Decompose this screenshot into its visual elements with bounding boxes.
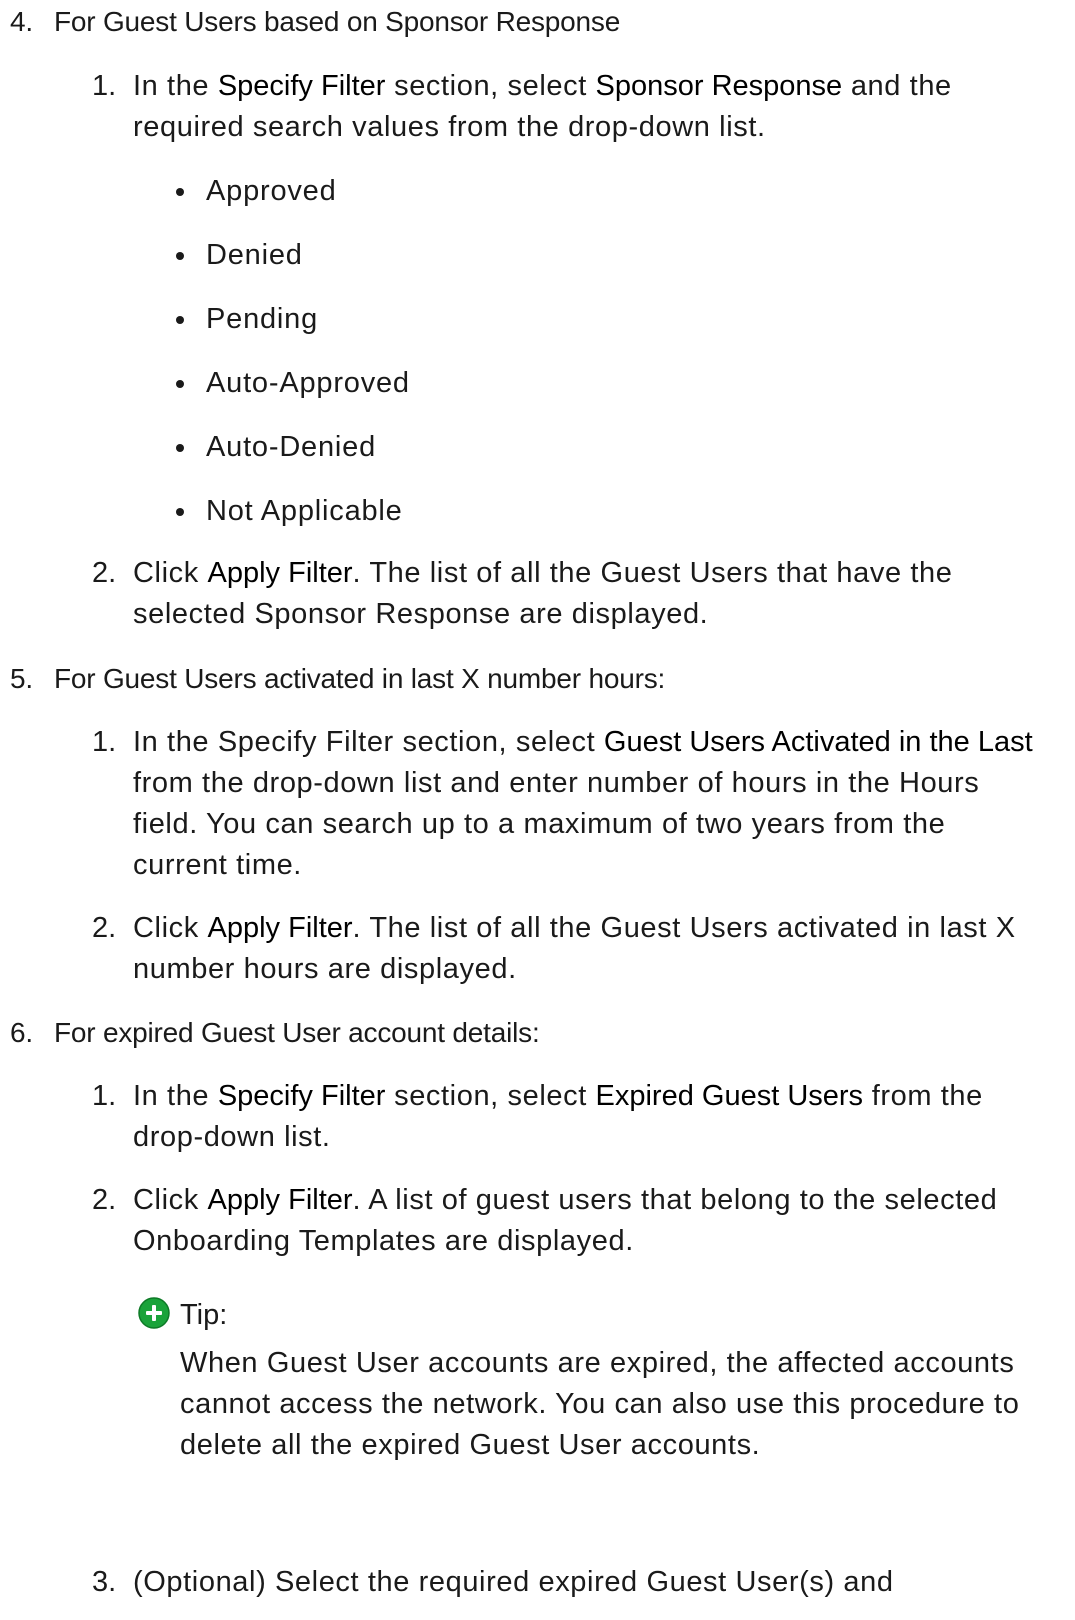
ui-term: Sponsor Response	[595, 70, 843, 102]
text-run: Click	[133, 1184, 208, 1216]
step-heading-text: For Guest Users activated in last X numb…	[54, 663, 666, 694]
substep-text: Click Apply Filter. The list of all the …	[133, 908, 1043, 990]
bullet-dot	[176, 188, 184, 196]
document-page: 4. For Guest Users based on Sponsor Respo…	[0, 0, 1075, 1620]
bullet-dot	[176, 316, 184, 324]
ui-term: Expired Guest Users	[595, 1080, 864, 1112]
list-item-text: Pending	[206, 303, 319, 335]
list-item-text: Auto-Approved	[206, 367, 410, 399]
list-item: Auto-Denied	[176, 427, 376, 467]
ui-term: Specify Filter	[217, 1080, 386, 1112]
tip-label: Tip:	[180, 1299, 228, 1331]
list-item-text: Approved	[206, 175, 337, 207]
list-item-text: Denied	[206, 239, 303, 271]
step-heading: 4. For Guest Users based on Sponsor Respo…	[0, 4, 620, 40]
text-run: section, select	[385, 70, 596, 102]
ui-term: Guest Users Activated in the Last	[603, 726, 1033, 758]
text-run: (Optional) Select the required expired G…	[133, 1566, 894, 1598]
substep-number: 1.	[92, 726, 117, 758]
substep-text: In the Specify Filter section, select Ex…	[133, 1076, 1043, 1158]
list-item: Denied	[176, 235, 303, 275]
plus-circle-icon	[138, 1297, 170, 1329]
text-run: from the drop-down list and enter number…	[133, 767, 980, 881]
text-run: Click	[133, 912, 208, 944]
step-heading-text: For Guest Users based on Sponsor Respons…	[54, 6, 621, 37]
text-run: In the Specify Filter section, select	[133, 726, 604, 758]
list-item: Pending	[176, 299, 318, 339]
substep-number: 3.	[92, 1566, 117, 1598]
text-run: Click	[133, 557, 208, 589]
substep-text: Click Apply Filter. A list of guest user…	[133, 1180, 1043, 1262]
list-item: Approved	[176, 171, 337, 211]
step-number: 4.	[10, 6, 33, 37]
list-item-text: Not Applicable	[206, 495, 403, 527]
step-heading: 6. For expired Guest User account details…	[0, 1015, 540, 1051]
substep-text: In the Specify Filter section, select Sp…	[133, 66, 1043, 148]
ui-term: Apply Filter	[207, 1184, 353, 1216]
ui-term: Apply Filter	[207, 912, 353, 944]
list-item: Auto-Approved	[176, 363, 410, 403]
substep-text: In the Specify Filter section, select Gu…	[133, 722, 1043, 886]
substep-number: 2.	[92, 912, 117, 944]
list-item: Not Applicable	[176, 491, 403, 531]
bullet-dot	[176, 508, 184, 516]
text-run: In the	[133, 70, 218, 102]
substep-number: 1.	[92, 70, 117, 102]
step-heading: 5. For Guest Users activated in last X nu…	[0, 661, 665, 697]
substep-number: 2.	[92, 557, 117, 589]
step-heading-text: For expired Guest User account details:	[54, 1017, 540, 1048]
step-number: 5.	[10, 663, 33, 694]
ui-term: Apply Filter	[207, 557, 353, 589]
text-run: section, select	[385, 1080, 596, 1112]
ui-term: Specify Filter	[217, 70, 386, 102]
substep-number: 1.	[92, 1080, 117, 1112]
bullet-dot	[176, 380, 184, 388]
substep-text: (Optional) Select the required expired G…	[133, 1562, 1043, 1603]
step-number: 6.	[10, 1017, 33, 1048]
substep-text: Click Apply Filter. The list of all the …	[133, 553, 1043, 635]
bullet-dot	[176, 252, 184, 260]
substep-number: 2.	[92, 1184, 117, 1216]
bullet-dot	[176, 444, 184, 452]
text-run: In the	[133, 1080, 218, 1112]
tip-text: When Guest User accounts are expired, th…	[180, 1347, 1020, 1461]
list-item-text: Auto-Denied	[206, 431, 377, 463]
